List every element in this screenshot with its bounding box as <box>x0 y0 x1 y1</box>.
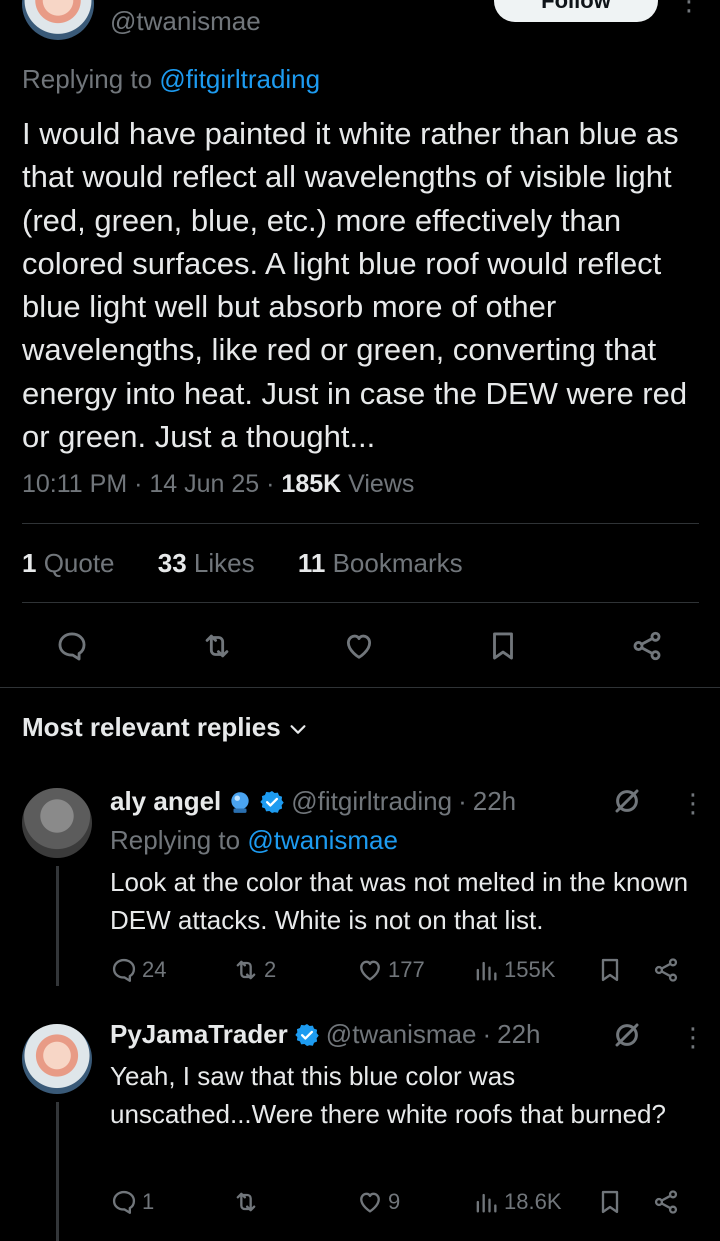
likes-stat[interactable]: 33 Likes <box>158 548 273 578</box>
reply-avatar[interactable] <box>22 1024 92 1094</box>
divider <box>22 602 699 603</box>
analytics-icon <box>476 961 497 981</box>
reply-header: aly angel @fitgirltrading · 22h <box>110 786 517 817</box>
share-icon <box>654 958 678 982</box>
analytics-icon <box>476 1193 497 1213</box>
reply-button[interactable]: 24 <box>110 956 166 984</box>
share-button[interactable] <box>652 1188 680 1216</box>
more-options-icon[interactable]: ⋮ <box>676 0 702 17</box>
retweet-icon[interactable] <box>195 624 239 668</box>
reply-button[interactable]: 1 <box>110 1188 154 1216</box>
reply-author-handle[interactable]: @twanismae <box>326 1019 477 1050</box>
divider <box>0 687 720 688</box>
tweet-meta: 10:11 PM · 14 Jun 25 · 185K Views <box>22 470 415 498</box>
reply-icon[interactable] <box>50 624 94 668</box>
quotes-stat[interactable]: 1 Quote <box>22 548 133 578</box>
share-icon[interactable] <box>625 624 669 668</box>
grok-icon[interactable] <box>612 1020 642 1055</box>
like-icon <box>360 1192 380 1213</box>
divider <box>22 523 699 524</box>
tweet-stats: 1 Quote 33 Likes 11 Bookmarks <box>22 548 499 579</box>
grok-icon[interactable] <box>612 786 642 821</box>
reply-text: Look at the color that was not melted in… <box>110 867 689 935</box>
reply-author-name[interactable]: aly angel <box>110 786 221 817</box>
retweet-button[interactable] <box>232 1188 264 1216</box>
tweet-text: I would have painted it white rather tha… <box>22 116 688 455</box>
tweet-date[interactable]: 14 Jun 25 <box>149 470 259 498</box>
reply-icon <box>112 1190 136 1214</box>
reply-author-name[interactable]: PyJamaTrader <box>110 1019 288 1050</box>
reply-replying-to: Replying to @twanismae <box>110 825 398 855</box>
reply-avatar[interactable] <box>22 788 92 858</box>
chevron-down-icon <box>290 725 306 734</box>
bookmarks-stat[interactable]: 11 Bookmarks <box>298 548 481 578</box>
more-options-icon[interactable]: ⋮ <box>680 788 706 819</box>
sort-replies-dropdown[interactable]: Most relevant replies <box>22 712 309 743</box>
replying-to-link[interactable]: @fitgirltrading <box>159 64 320 94</box>
bookmark-button[interactable] <box>596 1188 624 1216</box>
reply-time[interactable]: 22h <box>473 786 516 817</box>
replying-to: Replying to @fitgirltrading <box>22 64 321 94</box>
author-handle[interactable]: @twanismae <box>110 6 261 37</box>
reply-icon <box>112 958 136 982</box>
more-options-icon[interactable]: ⋮ <box>680 1022 706 1053</box>
views-button[interactable]: 155K <box>472 956 555 984</box>
reply-time[interactable]: 22h <box>497 1019 540 1050</box>
share-icon <box>654 1190 678 1214</box>
views-button[interactable]: 18.6K <box>472 1188 562 1216</box>
reply-actions: 1 9 18.6K <box>110 1188 690 1224</box>
retweet-icon <box>236 960 256 980</box>
thread-line <box>56 866 59 986</box>
like-icon <box>360 960 380 981</box>
reply-actions: 24 2 177 155K <box>110 956 690 992</box>
bookmark-button[interactable] <box>596 956 624 984</box>
views-label: Views <box>341 470 415 498</box>
bookmark-icon <box>601 1190 619 1214</box>
author-avatar[interactable] <box>22 0 94 40</box>
follow-button[interactable]: Follow <box>494 0 658 22</box>
reply-header: PyJamaTrader @twanismae · 22h <box>110 1019 541 1050</box>
share-button[interactable] <box>652 956 680 984</box>
crystal-ball-icon <box>231 791 249 813</box>
verified-badge-icon <box>295 1023 319 1046</box>
bookmark-icon[interactable] <box>481 624 525 668</box>
reply-author-handle[interactable]: @fitgirltrading <box>291 786 452 817</box>
like-button[interactable]: 177 <box>356 956 425 984</box>
bookmark-icon <box>601 958 619 982</box>
views-count: 185K <box>281 470 342 498</box>
sort-label: Most relevant replies <box>22 712 281 742</box>
replying-to-link[interactable]: @twanismae <box>247 825 398 855</box>
thread-line <box>56 1102 59 1241</box>
like-button[interactable]: 9 <box>356 1188 400 1216</box>
retweet-button[interactable]: 2 <box>232 956 276 984</box>
tweet-time[interactable]: 10:11 PM <box>22 470 127 498</box>
retweet-icon <box>236 1192 256 1212</box>
reply-text: Yeah, I saw that this blue color was uns… <box>110 1061 666 1129</box>
like-icon[interactable] <box>337 624 381 668</box>
verified-badge-icon <box>260 790 284 813</box>
